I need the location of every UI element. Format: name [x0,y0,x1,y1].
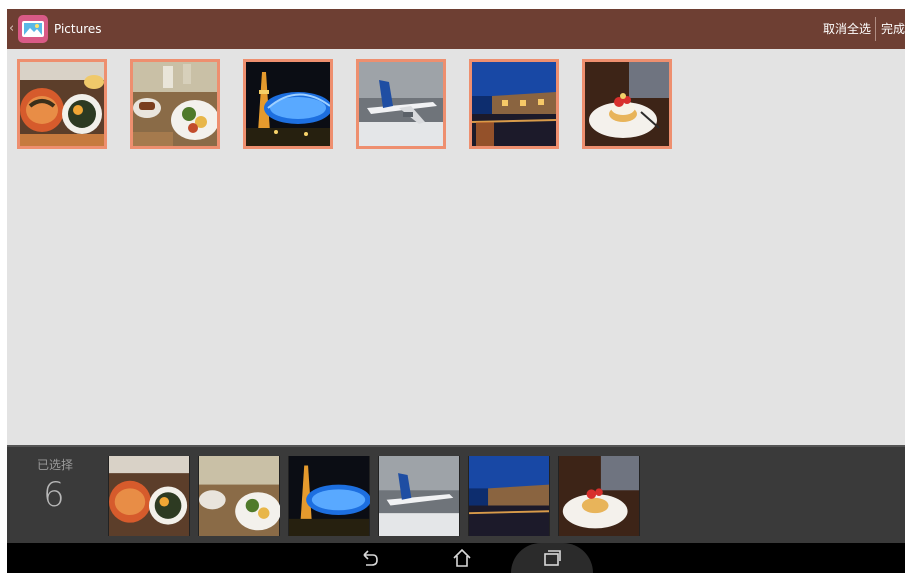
airplane-photo [359,62,443,146]
tray-photo-5[interactable] [468,456,550,536]
screen: ‹ Pictures 取消全选 完成 已选择 6 [7,9,905,573]
deselect-all-button[interactable]: 取消全选 [823,20,871,38]
done-button[interactable]: 完成 [881,20,905,38]
navigation-bar [7,543,905,573]
food-bowls-photo [109,456,189,536]
breakfast-plate-photo [133,62,217,146]
grid-photo-3[interactable] [243,59,333,149]
grid-photo-2[interactable] [130,59,220,149]
back-chevron-icon[interactable]: ‹ [9,20,14,38]
food-bowls-photo [20,62,104,146]
grid-photo-4[interactable] [356,59,446,149]
tray-photo-2[interactable] [198,456,280,536]
selected-count: 6 [43,475,65,515]
grid-photo-5[interactable] [469,59,559,149]
grid-photo-1[interactable] [17,59,107,149]
strawberry-dessert-photo [585,62,669,146]
action-bar: ‹ Pictures 取消全选 完成 [7,9,905,49]
night-tower-photo [246,62,330,146]
selected-label: 已选择 [37,458,74,472]
photo-grid [7,49,905,445]
app-title: Pictures [54,22,102,36]
airplane-photo [379,456,459,536]
canal-warehouse-night-photo [472,62,556,146]
selection-tray: 已选择 6 [7,445,905,545]
strawberry-dessert-photo [559,456,639,536]
tray-photo-6[interactable] [558,456,640,536]
canal-warehouse-night-photo [468,456,550,536]
gallery-app-icon[interactable] [18,15,48,43]
recents-icon[interactable] [541,547,563,573]
breakfast-plate-photo [199,456,280,536]
tray-photo-4[interactable] [378,456,460,536]
action-divider [875,17,876,41]
grid-photo-6[interactable] [582,59,672,149]
tray-photo-3[interactable] [288,456,370,536]
tray-photo-1[interactable] [108,456,190,536]
back-icon[interactable] [359,547,381,573]
night-tower-photo [289,456,370,536]
home-icon[interactable] [451,547,473,573]
